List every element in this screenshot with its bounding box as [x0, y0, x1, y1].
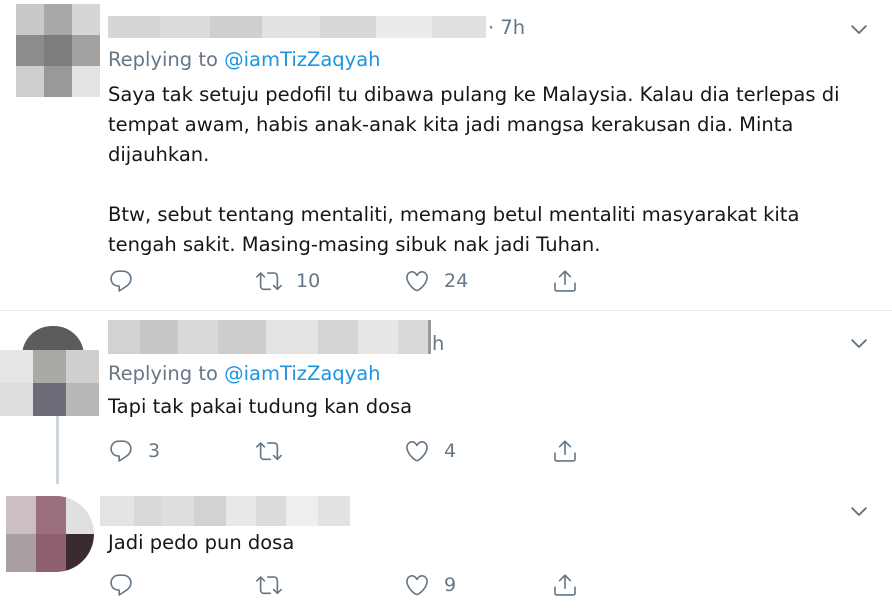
- replying-handle-link[interactable]: @iamTizZaqyah: [224, 362, 380, 385]
- retweet-button[interactable]: [256, 438, 296, 464]
- like-icon: [404, 268, 430, 294]
- avatar[interactable]: [6, 496, 94, 572]
- tweet[interactable]: · 7h Replying to @iamTizZaqyah Saya tak …: [0, 0, 892, 308]
- retweet-count: 10: [296, 270, 321, 292]
- tweet-time[interactable]: · 7h: [488, 16, 525, 39]
- retweet-button[interactable]: 10: [256, 268, 320, 294]
- author-name-redacted[interactable]: [100, 496, 350, 526]
- replying-handle-link[interactable]: @iamTizZaqyah: [224, 48, 380, 71]
- like-icon: [404, 438, 430, 464]
- tweet-time[interactable]: h: [432, 332, 444, 355]
- tweet-text: Tapi tak pakai tudung kan dosa: [108, 395, 413, 418]
- tweet[interactable]: h Replying to @iamTizZaqyah Tapi tak pak…: [0, 312, 892, 484]
- tweet[interactable]: Jadi pedo pun dosa 9: [0, 488, 892, 611]
- thread-line: [56, 416, 59, 484]
- avatar[interactable]: [16, 4, 100, 98]
- retweet-icon: [256, 438, 282, 464]
- reply-icon: [108, 572, 134, 598]
- replying-prefix: Replying to: [108, 48, 225, 71]
- replying-to: Replying to @iamTizZaqyah: [108, 48, 381, 71]
- share-icon: [552, 572, 578, 598]
- share-icon: [552, 268, 578, 294]
- like-count: 24: [444, 270, 469, 292]
- retweet-icon: [256, 268, 282, 294]
- reply-button[interactable]: [108, 572, 148, 598]
- chevron-down-icon[interactable]: [848, 18, 870, 44]
- like-count: 9: [444, 574, 457, 596]
- share-button[interactable]: [552, 572, 578, 598]
- like-button[interactable]: 9: [404, 572, 456, 598]
- chevron-down-icon[interactable]: [848, 500, 870, 526]
- reply-button[interactable]: 3: [108, 438, 160, 464]
- divider: [0, 310, 892, 311]
- retweet-icon: [256, 572, 282, 598]
- tweet-text: Jadi pedo pun dosa: [108, 531, 295, 554]
- author-name-redacted[interactable]: [108, 320, 430, 354]
- share-button[interactable]: [552, 268, 578, 294]
- author-name-redacted[interactable]: [108, 16, 486, 38]
- reply-icon: [108, 438, 134, 464]
- reply-count: 3: [148, 440, 161, 462]
- chevron-down-icon[interactable]: [848, 332, 870, 358]
- reply-icon: [108, 268, 134, 294]
- tweet-text: Saya tak setuju pedofil tu dibawa pulang…: [108, 83, 840, 256]
- like-button[interactable]: 4: [404, 438, 456, 464]
- avatar[interactable]: [0, 326, 100, 426]
- replying-prefix: Replying to: [108, 362, 225, 385]
- share-button[interactable]: [552, 438, 578, 464]
- share-icon: [552, 438, 578, 464]
- replying-to: Replying to @iamTizZaqyah: [108, 362, 381, 385]
- retweet-button[interactable]: [256, 572, 296, 598]
- like-button[interactable]: 24: [404, 268, 468, 294]
- reply-button[interactable]: [108, 268, 148, 294]
- like-count: 4: [444, 440, 457, 462]
- like-icon: [404, 572, 430, 598]
- redacted-strip: [428, 320, 431, 354]
